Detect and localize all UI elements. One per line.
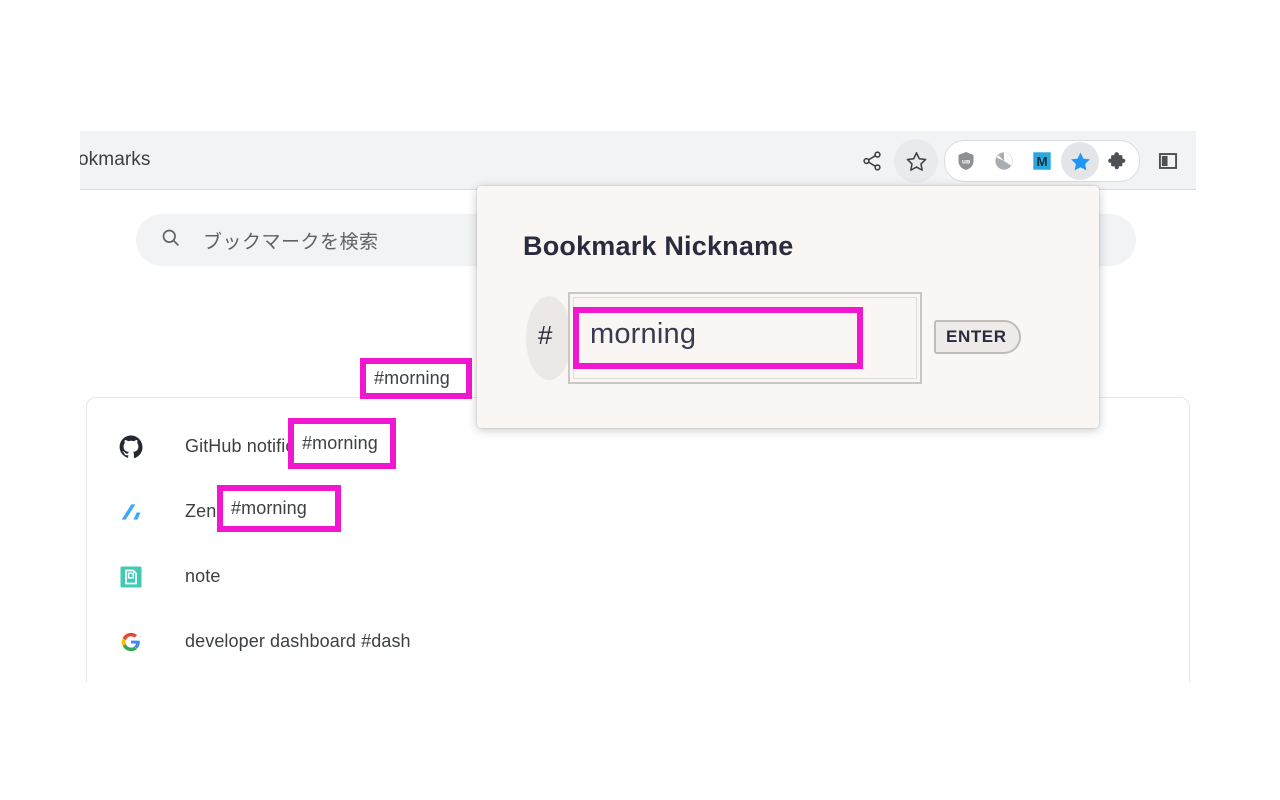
bookmark-list-card: GitHub notifications Zenn #zenn <box>86 397 1190 682</box>
ublock-origin-extension-icon[interactable]: uʙ <box>947 142 985 180</box>
annotation-highlight-tag-3: #morning <box>217 485 341 532</box>
extensions-pill: uʙ M <box>944 140 1140 182</box>
list-item[interactable]: note <box>87 544 1189 609</box>
list-item-label: developer dashboard #dash <box>185 631 411 652</box>
extensions-puzzle-icon[interactable] <box>1099 142 1137 180</box>
github-icon <box>119 435 143 459</box>
enter-button[interactable]: ENTER <box>934 320 1021 354</box>
svg-text:uʙ: uʙ <box>962 158 970 165</box>
annotation-highlight-tag-1: #morning <box>360 358 472 399</box>
google-icon <box>119 630 143 654</box>
note-icon <box>119 565 143 589</box>
zenn-icon <box>119 500 143 524</box>
toolbar-icon-group: uʙ M <box>850 139 1190 183</box>
popup-title: Bookmark Nickname <box>523 231 794 262</box>
svg-text:M: M <box>1036 154 1047 169</box>
annotation-highlight-input <box>573 307 863 369</box>
list-item[interactable]: developer dashboard #dash <box>87 609 1189 674</box>
bookmark-star-icon[interactable] <box>894 139 938 183</box>
share-icon[interactable] <box>850 139 894 183</box>
annotation-highlight-tag-2: #morning <box>288 418 396 469</box>
bookmark-nickname-extension-icon[interactable] <box>1061 142 1099 180</box>
side-panel-icon[interactable] <box>1146 139 1190 183</box>
list-item-label: note <box>185 566 220 587</box>
speed-dial-extension-icon[interactable] <box>985 142 1023 180</box>
search-icon <box>160 227 181 253</box>
hash-prefix-label: # <box>538 320 552 351</box>
m-extension-icon[interactable]: M <box>1023 142 1061 180</box>
search-placeholder: ブックマークを検索 <box>203 227 379 254</box>
browser-toolbar: okmarks uʙ <box>80 131 1196 190</box>
list-item[interactable]: eetann (eetann) · GitHub <box>87 674 1189 682</box>
tab-title: okmarks <box>80 149 151 171</box>
